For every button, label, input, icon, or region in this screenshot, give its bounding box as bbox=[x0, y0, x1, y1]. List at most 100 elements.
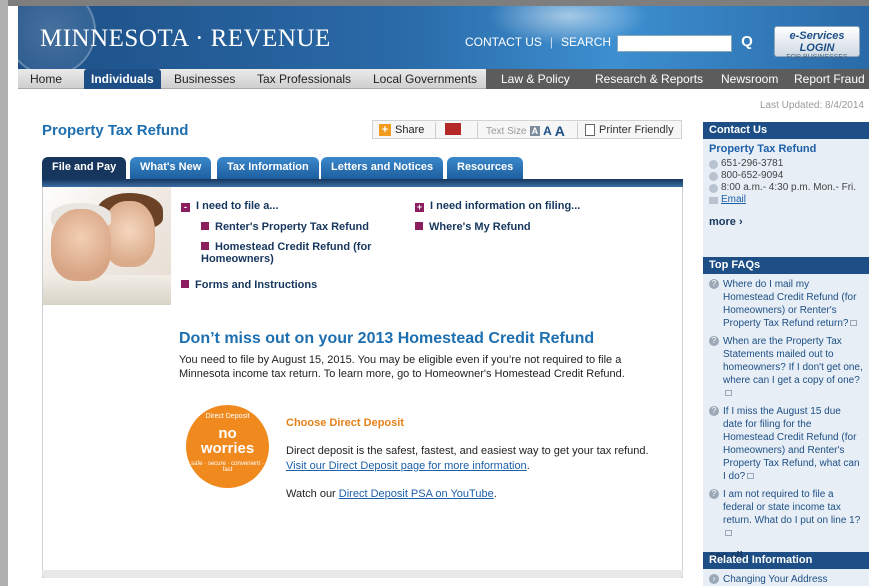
search-label: SEARCH bbox=[561, 35, 612, 49]
tab-resources[interactable]: Resources bbox=[447, 157, 524, 179]
homestead-refund-label: Homestead Credit Refund (for Homeowners) bbox=[201, 241, 372, 265]
badge-bottom-text: safe · secure · convenient · fast bbox=[191, 461, 264, 473]
nav-item-local-governments[interactable]: Local Governments bbox=[373, 72, 477, 86]
printer-icon bbox=[585, 124, 595, 136]
printer-friendly-button[interactable]: Printer Friendly bbox=[585, 124, 674, 136]
external-link-icon bbox=[725, 530, 732, 536]
tab-file-and-pay[interactable]: File and Pay bbox=[42, 157, 127, 179]
phone-row: 800-652-9094 bbox=[709, 170, 863, 182]
faq-text: When are the Property Tax Statements mai… bbox=[723, 336, 863, 386]
family-photo bbox=[43, 187, 171, 305]
need-info-toggle[interactable]: + I need information on filing... bbox=[415, 200, 580, 212]
nav-item-individuals[interactable]: Individuals bbox=[84, 69, 161, 89]
collapse-icon: - bbox=[181, 203, 190, 212]
psa-line: Watch our Direct Deposit PSA on YouTube. bbox=[286, 488, 497, 500]
window-left-border bbox=[0, 0, 8, 586]
faq-item[interactable]: ? I am not required to file a federal or … bbox=[709, 488, 863, 540]
share-button[interactable]: + Share bbox=[379, 124, 424, 136]
text-size-small-button[interactable]: A bbox=[529, 126, 541, 136]
text-size-large-button[interactable]: A bbox=[555, 123, 565, 139]
renters-refund-label: Renter's Property Tax Refund bbox=[215, 221, 369, 233]
nav-item-research-reports[interactable]: Research & Reports bbox=[595, 72, 703, 86]
panel-bottom-edge bbox=[42, 570, 683, 578]
share-icon: + bbox=[379, 124, 391, 136]
period: . bbox=[493, 488, 497, 500]
homestead-refund-link[interactable]: Homestead Credit Refund (for Homeowners) bbox=[201, 241, 381, 265]
renters-refund-link[interactable]: Renter's Property Tax Refund bbox=[201, 221, 369, 233]
forms-instructions-link[interactable]: Forms and Instructions bbox=[181, 279, 317, 291]
badge-top-text: Direct Deposit bbox=[205, 413, 250, 420]
tab-tax-information[interactable]: Tax Information bbox=[217, 157, 319, 179]
search-icon[interactable]: Q bbox=[733, 33, 761, 53]
direct-deposit-badge: Direct Deposit no worries safe · secure … bbox=[186, 405, 269, 488]
direct-deposit-body: Direct deposit is the safest, fastest, a… bbox=[286, 445, 649, 457]
external-link-icon bbox=[747, 473, 755, 479]
faq-text: I am not required to file a federal or s… bbox=[723, 489, 861, 526]
promo-headline: Don’t miss out on your 2013 Homestead Cr… bbox=[179, 330, 595, 347]
hours-row: 8:00 a.m.- 4:30 p.m. Mon.- Fri. bbox=[709, 182, 863, 194]
bullet-icon bbox=[181, 280, 189, 288]
toolbar-divider bbox=[477, 122, 478, 138]
need-info-label: I need information on filing... bbox=[430, 200, 581, 212]
text-size-control: Text Size A A A bbox=[486, 123, 565, 139]
psa-prefix: Watch our bbox=[286, 488, 336, 500]
related-info-header: Related Information bbox=[703, 552, 869, 569]
photo-face-woman bbox=[103, 201, 155, 267]
nav-item-businesses[interactable]: Businesses bbox=[174, 72, 235, 86]
site-header: MINNESOTA · REVENUE CONTACT US | SEARCH … bbox=[18, 6, 869, 69]
faq-item[interactable]: ? When are the Property Tax Statements ma… bbox=[709, 335, 863, 400]
toolbar-divider bbox=[577, 122, 578, 138]
arrow-circle-icon: › bbox=[709, 574, 719, 584]
nav-item-newsroom[interactable]: Newsroom bbox=[721, 72, 778, 86]
need-to-file-toggle[interactable]: -I need to file a... bbox=[181, 200, 279, 212]
content-panel: -I need to file a... Renter's Property T… bbox=[42, 187, 683, 578]
bullet-icon bbox=[415, 222, 423, 230]
top-faqs-header: Top FAQs bbox=[703, 257, 869, 274]
bullet-icon bbox=[201, 222, 209, 230]
expand-icon: + bbox=[415, 202, 424, 212]
related-box: › Changing Your Address bbox=[703, 569, 869, 586]
email-icon[interactable] bbox=[445, 123, 461, 135]
phone-row: 651-296-3781 bbox=[709, 158, 863, 170]
direct-deposit-text: Direct deposit is the safest, fastest, a… bbox=[286, 444, 666, 474]
nav-item-tax-professionals[interactable]: Tax Professionals bbox=[257, 72, 351, 86]
nav-item-law-policy[interactable]: Law & Policy bbox=[501, 72, 570, 86]
tab-strip bbox=[42, 179, 683, 187]
eservices-login-button[interactable]: e-Services LOGIN FOR BUSINESSES bbox=[774, 26, 860, 61]
psa-youtube-link[interactable]: Direct Deposit PSA on YouTube bbox=[339, 488, 494, 500]
tab-whats-new[interactable]: What's New bbox=[130, 157, 212, 179]
contact-box: Property Tax Refund 651-296-3781 800-652… bbox=[703, 139, 869, 257]
search-input[interactable] bbox=[617, 35, 732, 52]
faq-text: If I miss the August 15 due date for fil… bbox=[723, 406, 860, 482]
text-size-medium-button[interactable]: A bbox=[543, 124, 552, 138]
direct-deposit-title: Choose Direct Deposit bbox=[286, 417, 404, 429]
faq-item[interactable]: ? If I miss the August 15 due date for fi… bbox=[709, 405, 863, 483]
bullet-icon bbox=[201, 242, 209, 250]
question-icon: ? bbox=[709, 489, 719, 499]
faq-item[interactable]: ? Where do I mail my Homestead Credit Ref… bbox=[709, 278, 863, 330]
contact-more-link[interactable]: more › bbox=[709, 216, 863, 228]
last-updated: Last Updated: 8/4/2014 bbox=[760, 100, 864, 111]
question-icon: ? bbox=[709, 279, 719, 289]
hours: 8:00 a.m.- 4:30 p.m. Mon.- Fri. bbox=[721, 182, 857, 193]
site-logo[interactable]: MINNESOTA · REVENUE bbox=[40, 25, 331, 53]
nav-item-home[interactable]: Home bbox=[30, 72, 62, 86]
nav-item-report-fraud[interactable]: Report Fraud bbox=[794, 72, 865, 86]
toolbar-divider bbox=[435, 122, 436, 138]
badge-no-text: no bbox=[218, 425, 237, 442]
envelope-icon bbox=[709, 196, 718, 204]
photo-face-man bbox=[51, 209, 111, 281]
faq-box: ? Where do I mail my Homestead Credit Ref… bbox=[703, 274, 869, 562]
related-item[interactable]: › Changing Your Address bbox=[709, 573, 863, 586]
contact-us-link[interactable]: CONTACT US bbox=[465, 35, 542, 49]
header-links: CONTACT US | SEARCH bbox=[465, 35, 611, 49]
wheres-my-refund-link[interactable]: Where's My Refund bbox=[415, 221, 531, 233]
main-nav: Home Individuals Businesses Tax Professi… bbox=[18, 69, 869, 89]
contact-us-header: Contact Us bbox=[703, 122, 869, 139]
text-size-label: Text Size bbox=[486, 125, 527, 137]
tab-letters-and-notices[interactable]: Letters and Notices bbox=[321, 157, 444, 179]
email-link[interactable]: Email bbox=[721, 194, 746, 206]
page-toolbar: + Share Text Size A A A Printer Friendly bbox=[372, 120, 682, 139]
direct-deposit-page-link[interactable]: Visit our Direct Deposit page for more i… bbox=[286, 460, 527, 472]
eservices-sublabel: FOR BUSINESSES bbox=[786, 54, 848, 61]
